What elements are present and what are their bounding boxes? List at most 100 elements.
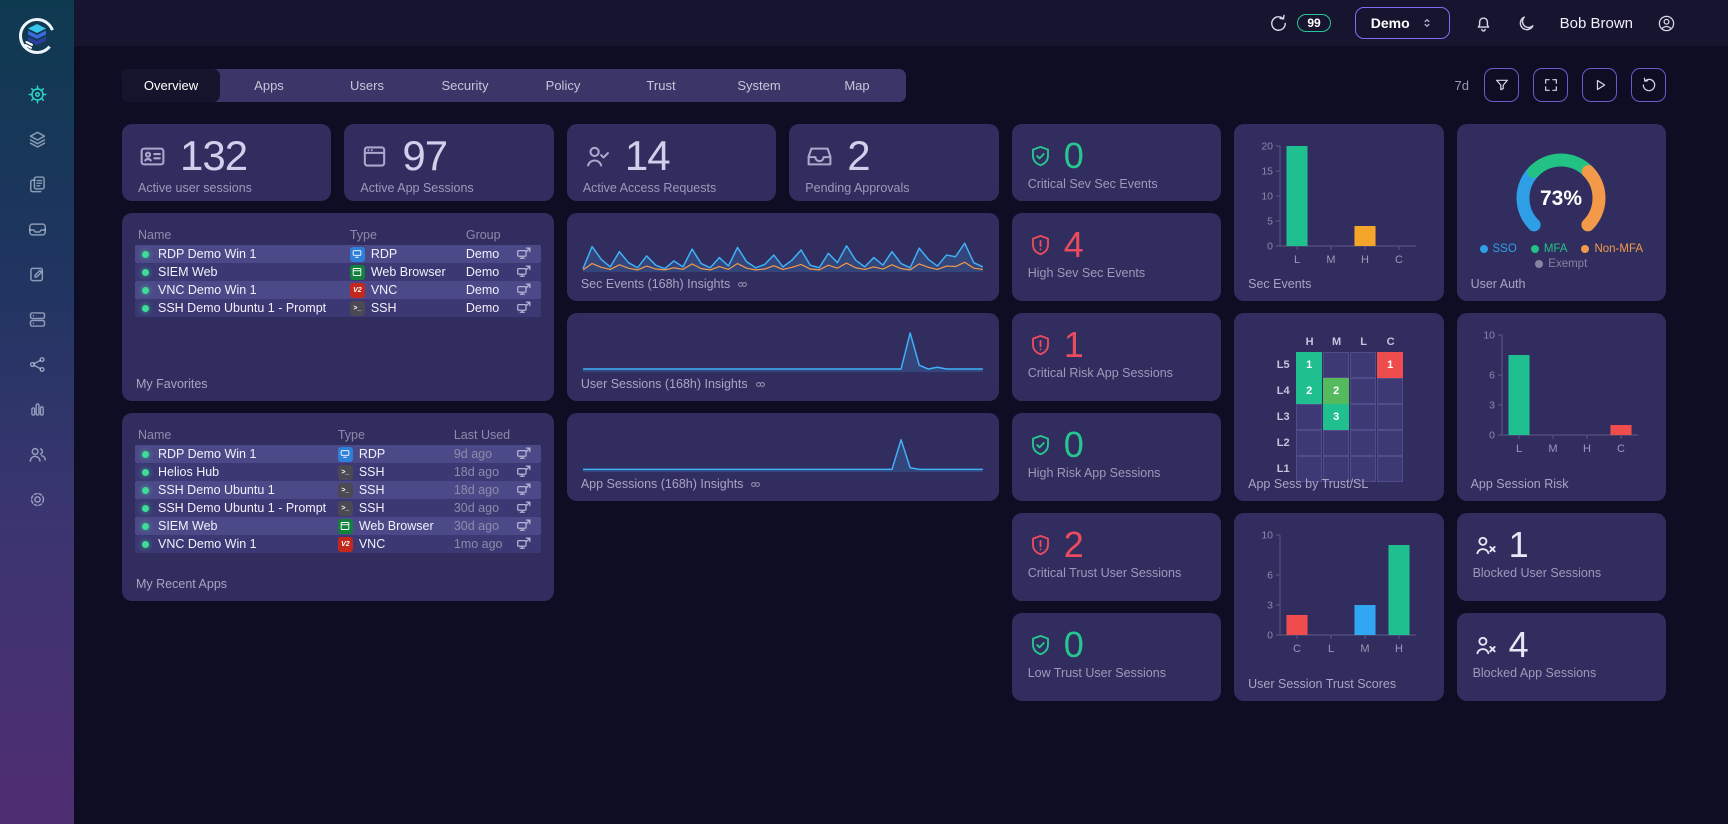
app-type-icon: >_: [349, 300, 365, 316]
tab-overview[interactable]: Overview: [122, 68, 220, 102]
legend-item-mfa: MFA: [1530, 243, 1568, 255]
tab-trust[interactable]: Trust: [612, 69, 710, 102]
launch-app-button[interactable]: [516, 464, 538, 480]
card-caption-user-session-trust: User Session Trust Scores: [1248, 677, 1396, 691]
heatmap-col-label: L: [1360, 336, 1367, 348]
tab-apps[interactable]: Apps: [220, 69, 318, 102]
launch-app-button[interactable]: [516, 482, 538, 498]
launch-app-button[interactable]: [516, 300, 538, 316]
book-pen-icon: [27, 264, 48, 285]
user-x-icon: [1473, 633, 1498, 658]
legend-dot: [1581, 245, 1590, 253]
launch-app-button[interactable]: [516, 446, 538, 462]
blocked-value: 1: [1508, 524, 1529, 565]
launch-app-button[interactable]: [516, 518, 538, 534]
id-card-icon: [138, 142, 167, 171]
tab-system[interactable]: System: [710, 69, 808, 102]
view-controls: 7d: [1455, 68, 1666, 102]
app-session-risk-bar-chart: 0 3 6 10 L M H C: [1484, 330, 1639, 455]
recent-apps-row[interactable]: VNC Demo Win 1 V2 VNC 1mo ago: [135, 535, 541, 553]
sidebar-item-bars[interactable]: [14, 387, 60, 432]
launch-app-button[interactable]: [516, 500, 538, 516]
recent-apps-row[interactable]: SSH Demo Ubuntu 1 - Prompt >_ SSH 30d ago: [135, 499, 541, 517]
recent-apps-card: Name Type Last Used RDP Demo Win 1 RDP 9d ago…: [122, 413, 554, 601]
user-menu-button[interactable]: [1657, 14, 1676, 33]
launch-icon: [516, 482, 532, 498]
link-icon[interactable]: [736, 278, 749, 291]
app-name: Helios Hub: [158, 465, 220, 479]
play-icon: [1592, 77, 1608, 93]
dark-mode-toggle[interactable]: [1517, 14, 1536, 33]
heatmap-cell-L5-C: 1: [1377, 352, 1404, 378]
launch-app-button[interactable]: [516, 264, 538, 280]
blocked-label: Blocked User Sessions: [1472, 566, 1602, 580]
heatmap-row-label: L5: [1276, 359, 1290, 371]
play-button[interactable]: [1582, 68, 1617, 102]
chart-title: Sec Events (168h) Insights: [580, 277, 731, 291]
launch-app-button[interactable]: [516, 282, 538, 298]
sidebar-item-book-pen[interactable]: [14, 252, 60, 297]
app-type-label: Web Browser: [358, 519, 434, 533]
legend-label: MFA: [1543, 243, 1568, 255]
tab-policy[interactable]: Policy: [514, 69, 612, 102]
favorites-row[interactable]: SIEM Web Web Browser Demo: [135, 263, 541, 281]
sidebar-item-gear[interactable]: [14, 477, 60, 522]
link-icon[interactable]: [754, 378, 767, 391]
user-check-icon: [583, 142, 612, 171]
refresh-button[interactable]: [1631, 68, 1666, 102]
app-type: >_ SSH: [337, 464, 454, 480]
svg-text:H: H: [1361, 254, 1369, 266]
app-type-icon: V2: [337, 536, 353, 552]
app-type: >_ SSH: [337, 482, 454, 498]
sidebar-item-users[interactable]: [14, 432, 60, 477]
stat-value: 2: [847, 132, 870, 179]
favorites-row[interactable]: VNC Demo Win 1 V2 VNC Demo: [135, 281, 541, 299]
legend-item-sso: SSO: [1479, 243, 1517, 255]
tab-users[interactable]: Users: [318, 69, 416, 102]
recent-apps-row[interactable]: Helios Hub >_ SSH 18d ago: [135, 463, 541, 481]
severity-label: Critical Sev Sec Events: [1027, 177, 1158, 191]
stat-value: 132: [180, 132, 248, 179]
severity-value: 2: [1063, 524, 1084, 565]
launch-app-button[interactable]: [516, 246, 538, 262]
favorites-row[interactable]: RDP Demo Win 1 RDP Demo: [135, 245, 541, 263]
org-selector[interactable]: Demo: [1354, 7, 1450, 39]
sidebar-item-helm[interactable]: [14, 72, 60, 117]
product-logo[interactable]: [17, 16, 57, 56]
app-group: Demo: [465, 247, 500, 261]
heatmap-cell-L4-H: 2: [1296, 378, 1323, 404]
filter-button[interactable]: [1484, 68, 1519, 102]
stat-card-top: 2: [805, 132, 982, 179]
shield-check-icon: [1028, 433, 1053, 458]
app-type-icon: >_: [337, 464, 353, 480]
recent-apps-row[interactable]: SSH Demo Ubuntu 1 >_ SSH 18d ago: [135, 481, 541, 499]
sidebar-item-servers[interactable]: [14, 297, 60, 342]
blocked-value: 4: [1508, 624, 1529, 665]
sidebar-item-tray[interactable]: [14, 207, 60, 252]
fullscreen-button[interactable]: [1533, 68, 1568, 102]
card-sec-events: 0 5 10 15 20 L M H C Sec Events: [1234, 124, 1444, 301]
online-status-dot: [142, 504, 149, 512]
tab-map[interactable]: Map: [808, 69, 906, 102]
sync-button[interactable]: [1269, 14, 1288, 33]
online-status-dot: [142, 540, 149, 548]
recent-apps-row[interactable]: SIEM Web Web Browser 30d ago: [135, 517, 541, 535]
favorites-row[interactable]: SSH Demo Ubuntu 1 - Prompt >_ SSH Demo: [135, 299, 541, 317]
recent-apps-row[interactable]: RDP Demo Win 1 RDP 9d ago: [135, 445, 541, 463]
favorites-card: Name Type Group RDP Demo Win 1 RDP Demo SIEM W…: [122, 213, 554, 401]
sidebar-item-layers[interactable]: [14, 117, 60, 162]
severity-label: High Sev Sec Events: [1027, 266, 1146, 280]
tab-security[interactable]: Security: [416, 69, 514, 102]
app-name: VNC Demo Win 1: [158, 283, 257, 297]
card-caption-sec-events: Sec Events: [1248, 277, 1311, 291]
app-name: SSH Demo Ubuntu 1 - Prompt: [158, 501, 327, 515]
svg-text:3: 3: [1489, 400, 1495, 412]
link-icon[interactable]: [749, 478, 762, 491]
sidebar-item-pages[interactable]: [14, 162, 60, 207]
svg-text:H: H: [1395, 643, 1403, 655]
sidebar-item-share[interactable]: [14, 342, 60, 387]
launch-app-button[interactable]: [516, 536, 538, 552]
bell-icon: [1474, 14, 1493, 33]
app-name: RDP Demo Win 1: [158, 447, 257, 461]
notifications-button[interactable]: [1474, 14, 1493, 33]
